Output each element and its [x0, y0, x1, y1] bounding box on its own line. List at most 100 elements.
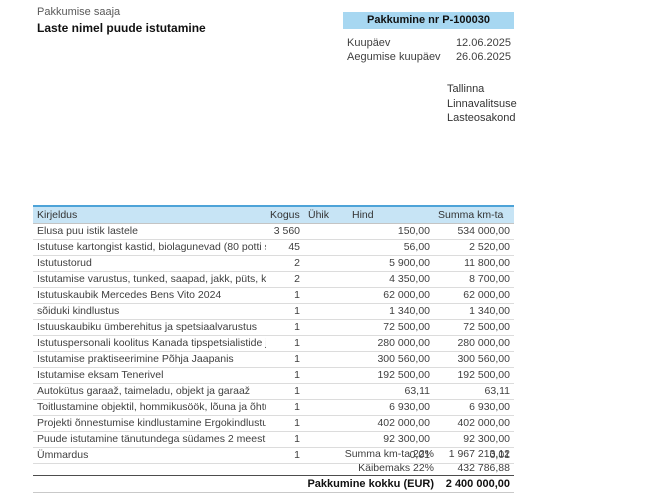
- vat-row: Käibemaks 22% 432 786,88: [33, 461, 514, 475]
- table-row: Istutuspersonali koolitus Kanada tipspet…: [33, 336, 514, 352]
- address-line-2: Linnavalitsuse: [447, 97, 517, 112]
- items-table: Kirjeldus Kogus Ühik Hind Summa km-ta El…: [33, 205, 514, 464]
- table-row: Toitlustamine objektil, hommikusöök, lõu…: [33, 400, 514, 416]
- subtotal-row: Summa km-ta 22% 1 967 213,12: [33, 447, 514, 461]
- cell-description: Elusa puu istik lastele: [33, 224, 266, 240]
- cell-unit: [304, 320, 348, 336]
- cell-total: 402 000,00: [434, 416, 514, 432]
- recipient-name: Laste nimel puude istutamine: [37, 21, 206, 35]
- cell-total: 92 300,00: [434, 432, 514, 448]
- cell-unit: [304, 288, 348, 304]
- table-row: Istutamise praktiseerimine Põhja Jaapani…: [33, 352, 514, 368]
- cell-qty: 1: [266, 432, 304, 448]
- cell-description: Istutustorud: [33, 256, 266, 272]
- grand-total-value: 2 400 000,00: [434, 478, 514, 490]
- cell-price: 5 900,00: [348, 256, 434, 272]
- cell-price: 92 300,00: [348, 432, 434, 448]
- table-header-row: Kirjeldus Kogus Ühik Hind Summa km-ta: [33, 206, 514, 224]
- cell-price: 150,00: [348, 224, 434, 240]
- recipient-section-label: Pakkumise saaja: [37, 6, 120, 18]
- cell-unit: [304, 336, 348, 352]
- expiry-date-label: Aegumise kuupäev: [347, 51, 441, 63]
- cell-total: 280 000,00: [434, 336, 514, 352]
- cell-unit: [304, 368, 348, 384]
- cell-unit: [304, 352, 348, 368]
- cell-description: Projekti õnnestumise kindlustamine Ergok…: [33, 416, 266, 432]
- cell-qty: 2: [266, 272, 304, 288]
- cell-qty: 1: [266, 416, 304, 432]
- cell-qty: 1: [266, 320, 304, 336]
- table-row: Projekti õnnestumise kindlustamine Ergok…: [33, 416, 514, 432]
- cell-unit: [304, 256, 348, 272]
- cell-qty: 1: [266, 384, 304, 400]
- table-row: Puude istutamine tänutundega südames 2 m…: [33, 432, 514, 448]
- cell-total: 300 560,00: [434, 352, 514, 368]
- cell-price: 1 340,00: [348, 304, 434, 320]
- cell-description: Autokütus garaaž, taimeladu, objekt ja g…: [33, 384, 266, 400]
- subtotal-label: Summa km-ta 22%: [345, 448, 434, 460]
- col-header-sum-ex-vat: Summa km-ta: [434, 206, 514, 224]
- col-header-price: Hind: [348, 206, 434, 224]
- address-line-1: Tallinna: [447, 82, 517, 97]
- cell-qty: 1: [266, 288, 304, 304]
- cell-price: 280 000,00: [348, 336, 434, 352]
- cell-total: 6 930,00: [434, 400, 514, 416]
- cell-total: 72 500,00: [434, 320, 514, 336]
- cell-price: 192 500,00: [348, 368, 434, 384]
- cell-total: 62 000,00: [434, 288, 514, 304]
- cell-total: 63,11: [434, 384, 514, 400]
- table-row: Istutustorud25 900,0011 800,00: [33, 256, 514, 272]
- offer-title-box: Pakkumine nr P-100030: [343, 12, 514, 29]
- cell-qty: 45: [266, 240, 304, 256]
- vat-value: 432 786,88: [434, 462, 514, 474]
- grand-total-label: Pakkumine kokku (EUR): [307, 478, 434, 490]
- cell-total: 2 520,00: [434, 240, 514, 256]
- cell-description: sõiduki kindlustus: [33, 304, 266, 320]
- table-row: Istuuskaubiku ümberehitus ja spetsiaalva…: [33, 320, 514, 336]
- cell-unit: [304, 432, 348, 448]
- cell-price: 62 000,00: [348, 288, 434, 304]
- cell-price: 63,11: [348, 384, 434, 400]
- cell-qty: 1: [266, 400, 304, 416]
- cell-description: Istutuspersonali koolitus Kanada tipspet…: [33, 336, 266, 352]
- cell-unit: [304, 304, 348, 320]
- vat-label: Käibemaks 22%: [358, 462, 434, 474]
- cell-price: 72 500,00: [348, 320, 434, 336]
- table-row: Elusa puu istik lastele3 560 150,00534 00…: [33, 224, 514, 240]
- cell-total: 192 500,00: [434, 368, 514, 384]
- items-table-body: Elusa puu istik lastele3 560 150,00534 00…: [33, 224, 514, 464]
- cell-qty: 1: [266, 336, 304, 352]
- cell-qty: 1: [266, 368, 304, 384]
- table-row: Istutamise varustus, tunked, saapad, jak…: [33, 272, 514, 288]
- cell-qty: 3 560: [266, 224, 304, 240]
- offer-date-row: Kuupäev 12.06.2025: [347, 37, 511, 49]
- recipient-address: Tallinna Linnavalitsuse Lasteosakond: [447, 82, 517, 126]
- cell-description: Istuuskaubiku ümberehitus ja spetsiaalva…: [33, 320, 266, 336]
- table-row: Autokütus garaaž, taimeladu, objekt ja g…: [33, 384, 514, 400]
- col-header-description: Kirjeldus: [33, 206, 266, 224]
- table-row: sõiduki kindlustus11 340,001 340,00: [33, 304, 514, 320]
- offer-expiry-row: Aegumise kuupäev 26.06.2025: [347, 51, 511, 63]
- cell-unit: [304, 400, 348, 416]
- cell-description: Istutamise varustus, tunked, saapad, jak…: [33, 272, 266, 288]
- cell-description: Istutuse kartongist kastid, biolagunevad…: [33, 240, 266, 256]
- cell-total: 8 700,00: [434, 272, 514, 288]
- cell-total: 534 000,00: [434, 224, 514, 240]
- date-label: Kuupäev: [347, 37, 390, 49]
- offer-title: Pakkumine nr P-100030: [367, 14, 490, 26]
- cell-unit: [304, 416, 348, 432]
- cell-unit: [304, 384, 348, 400]
- cell-price: 300 560,00: [348, 352, 434, 368]
- cell-description: Puude istutamine tänutundega südames 2 m…: [33, 432, 266, 448]
- summary-section: Summa km-ta 22% 1 967 213,12 Käibemaks 2…: [33, 447, 514, 493]
- col-header-quantity: Kogus: [266, 206, 304, 224]
- date-value: 12.06.2025: [456, 37, 511, 49]
- subtotal-value: 1 967 213,12: [434, 448, 514, 460]
- cell-qty: 1: [266, 352, 304, 368]
- grand-total-row: Pakkumine kokku (EUR) 2 400 000,00: [33, 475, 514, 493]
- expiry-date-value: 26.06.2025: [456, 51, 511, 63]
- cell-unit: [304, 224, 348, 240]
- cell-qty: 2: [266, 256, 304, 272]
- cell-price: 6 930,00: [348, 400, 434, 416]
- cell-price: 402 000,00: [348, 416, 434, 432]
